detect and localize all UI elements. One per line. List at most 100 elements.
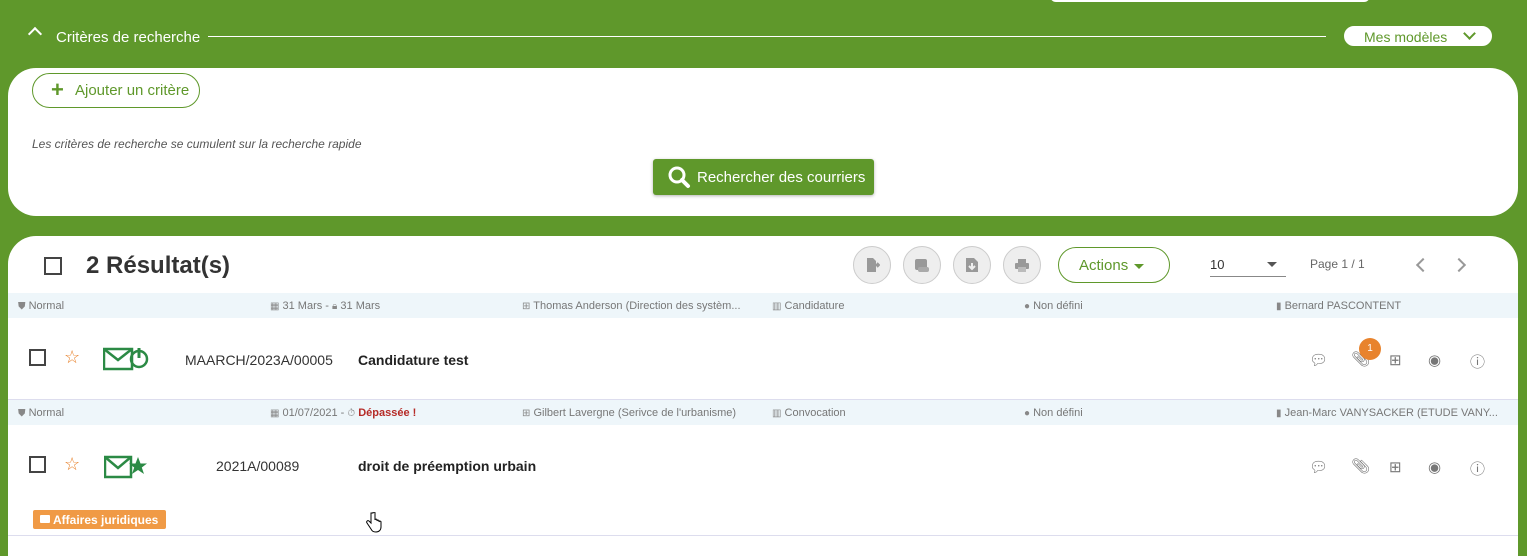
info-icon[interactable]: ⓘ: [1470, 351, 1485, 372]
eye-icon[interactable]: ◉: [1428, 458, 1441, 476]
priority-icon: ⛊: [18, 301, 26, 312]
caret-down-icon: [1134, 264, 1144, 269]
sitemap-icon: ⊞: [522, 301, 531, 312]
doctype-item: ▥ Convocation: [772, 407, 846, 419]
doctype-label: Convocation: [784, 407, 846, 419]
select-all-checkbox[interactable]: [44, 257, 62, 275]
calendar-icon: ▦: [270, 301, 280, 312]
criteria-title[interactable]: Critères de recherche: [56, 29, 200, 46]
criteria-header: Critères de recherche Mes modèles: [0, 22, 1527, 52]
table-row[interactable]: ☆ MAARCH/2023A/00005 Candidature test 💬︎…: [8, 318, 1518, 399]
page-info: Page 1 / 1: [1310, 257, 1365, 271]
recipient-item: ▮ Bernard PASCONTENT: [1276, 300, 1401, 312]
mail-closed-icon: [103, 347, 149, 371]
row-1-meta: ⛊ Normal ▦ 31 Mars - 🔒︎ 31 Mars ⊞ Thomas…: [8, 293, 1518, 318]
entity-item: ⊞ Gilbert Lavergne (Serivce de l'urbanis…: [522, 407, 736, 419]
user-icon: ●: [1024, 408, 1031, 419]
row-separator: [8, 535, 1518, 536]
my-models-label: Mes modèles: [1364, 29, 1448, 45]
chevron-down-icon: [1463, 27, 1476, 40]
dates-item: ▦ 01/07/2021 - ⏱︎ Dépassée !: [270, 407, 416, 419]
export-button[interactable]: [853, 246, 891, 284]
print-icon: [1015, 259, 1029, 272]
user-icon: ●: [1024, 301, 1031, 312]
briefcase-icon: ▥: [772, 408, 782, 419]
entity-label: Gilbert Lavergne (Serivce de l'urbanisme…: [533, 407, 737, 419]
notes-icon[interactable]: 💬︎: [1309, 351, 1328, 369]
priority-item: ⛊ Normal: [18, 300, 64, 312]
priority-icon: ⛊: [18, 408, 26, 419]
folder-icon: [40, 515, 50, 523]
attachments-badge: 1: [1359, 338, 1381, 360]
per-page-value: 10: [1210, 257, 1225, 272]
my-models-button[interactable]: Mes modèles: [1343, 25, 1493, 47]
eye-icon[interactable]: ◉: [1428, 351, 1441, 369]
caret-down-icon: [1267, 262, 1277, 267]
stopwatch-icon: ⏱︎: [347, 408, 356, 419]
chevron-up-icon[interactable]: [27, 26, 43, 42]
row-2-meta: ⛊ Normal ▦ 01/07/2021 - ⏱︎ Dépassée ! ⊞ …: [8, 400, 1518, 425]
date-label: 31 Mars -: [282, 300, 333, 312]
chrono-number: 2021A/00089: [216, 458, 300, 474]
row-checkbox[interactable]: [29, 456, 46, 473]
criteria-panel: + Ajouter un critère Les critères de rec…: [8, 68, 1518, 216]
add-criterion-label: Ajouter un critère: [75, 82, 190, 99]
actions-label: Actions: [1079, 257, 1129, 274]
dates-item: ▦ 31 Mars - 🔒︎ 31 Mars: [270, 300, 380, 312]
per-page-select[interactable]: 10: [1210, 254, 1286, 277]
lock-icon: 🔒︎: [332, 301, 338, 312]
star-icon[interactable]: ☆: [64, 454, 80, 475]
info-icon[interactable]: ⓘ: [1470, 458, 1485, 479]
search-mails-label: Rechercher des courriers: [697, 169, 866, 186]
folder-tag[interactable]: Affaires juridiques: [33, 510, 166, 529]
book-icon: ▮: [1276, 408, 1282, 419]
calendar-icon: ▦: [270, 408, 280, 419]
star-icon[interactable]: ☆: [64, 347, 80, 368]
subject[interactable]: droit de préemption urbain: [358, 458, 536, 474]
criteria-note: Les critères de recherche se cumulent su…: [32, 137, 362, 151]
sitemap-icon: ⊞: [522, 408, 531, 419]
briefcase-icon: ▥: [772, 301, 782, 312]
date-label: 01/07/2021 -: [282, 407, 348, 419]
folder-tag-label: Affaires juridiques: [53, 513, 159, 527]
previous-page-icon[interactable]: [1415, 257, 1431, 273]
priority-label: Normal: [28, 300, 65, 312]
recipient-label: Jean-Marc VANYSACKER (ETUDE VANY...: [1284, 407, 1498, 419]
paperclip-icon[interactable]: 📎︎: [1351, 457, 1370, 475]
plus-icon: +: [51, 77, 64, 102]
actions-button[interactable]: Actions: [1058, 247, 1170, 283]
contact-label: Non défini: [1033, 300, 1083, 312]
subject[interactable]: Candidature test: [358, 352, 468, 368]
date-limit-label: 31 Mars: [340, 300, 381, 312]
recipient-item: ▮ Jean-Marc VANYSACKER (ETUDE VANY...: [1276, 407, 1498, 419]
print-button[interactable]: [1003, 246, 1041, 284]
next-page-icon[interactable]: [1451, 257, 1467, 273]
add-criterion-button[interactable]: + Ajouter un critère: [32, 73, 200, 108]
download-button[interactable]: [953, 246, 991, 284]
late-label: Dépassée !: [358, 407, 417, 419]
search-mails-button[interactable]: Rechercher des courriers: [653, 159, 874, 195]
recipient-label: Bernard PASCONTENT: [1284, 300, 1402, 312]
table-row[interactable]: ☆ 2021A/00089 droit de préemption urbain…: [8, 425, 1518, 535]
chrono-number: MAARCH/2023A/00005: [185, 352, 333, 368]
notes-icon[interactable]: 💬︎: [1309, 458, 1328, 476]
sitemap-icon[interactable]: ⊞: [1389, 458, 1402, 476]
contact-label: Non défini: [1033, 407, 1083, 419]
export-icon: [867, 258, 881, 272]
priority-label: Normal: [28, 407, 65, 419]
priority-item: ⛊ Normal: [18, 407, 64, 419]
contact-item: ● Non défini: [1024, 300, 1083, 312]
contact-item: ● Non défini: [1024, 407, 1083, 419]
sitemap-icon[interactable]: ⊞: [1389, 351, 1402, 369]
quick-search-bar-edge[interactable]: [1050, 0, 1370, 2]
entity-item: ⊞ Thomas Anderson (Direction des systèm.…: [522, 300, 741, 312]
hand-cursor-icon: [366, 512, 382, 533]
row-checkbox[interactable]: [29, 349, 46, 366]
mail-new-icon: [104, 455, 147, 479]
book-icon: ▮: [1276, 301, 1282, 312]
scroll-icon: [915, 259, 929, 272]
entity-label: Thomas Anderson (Direction des systèm...: [533, 300, 741, 312]
doctype-item: ▥ Candidature: [772, 300, 844, 312]
results-title: 2 Résultat(s): [86, 252, 231, 279]
summary-sheet-button[interactable]: [903, 246, 941, 284]
